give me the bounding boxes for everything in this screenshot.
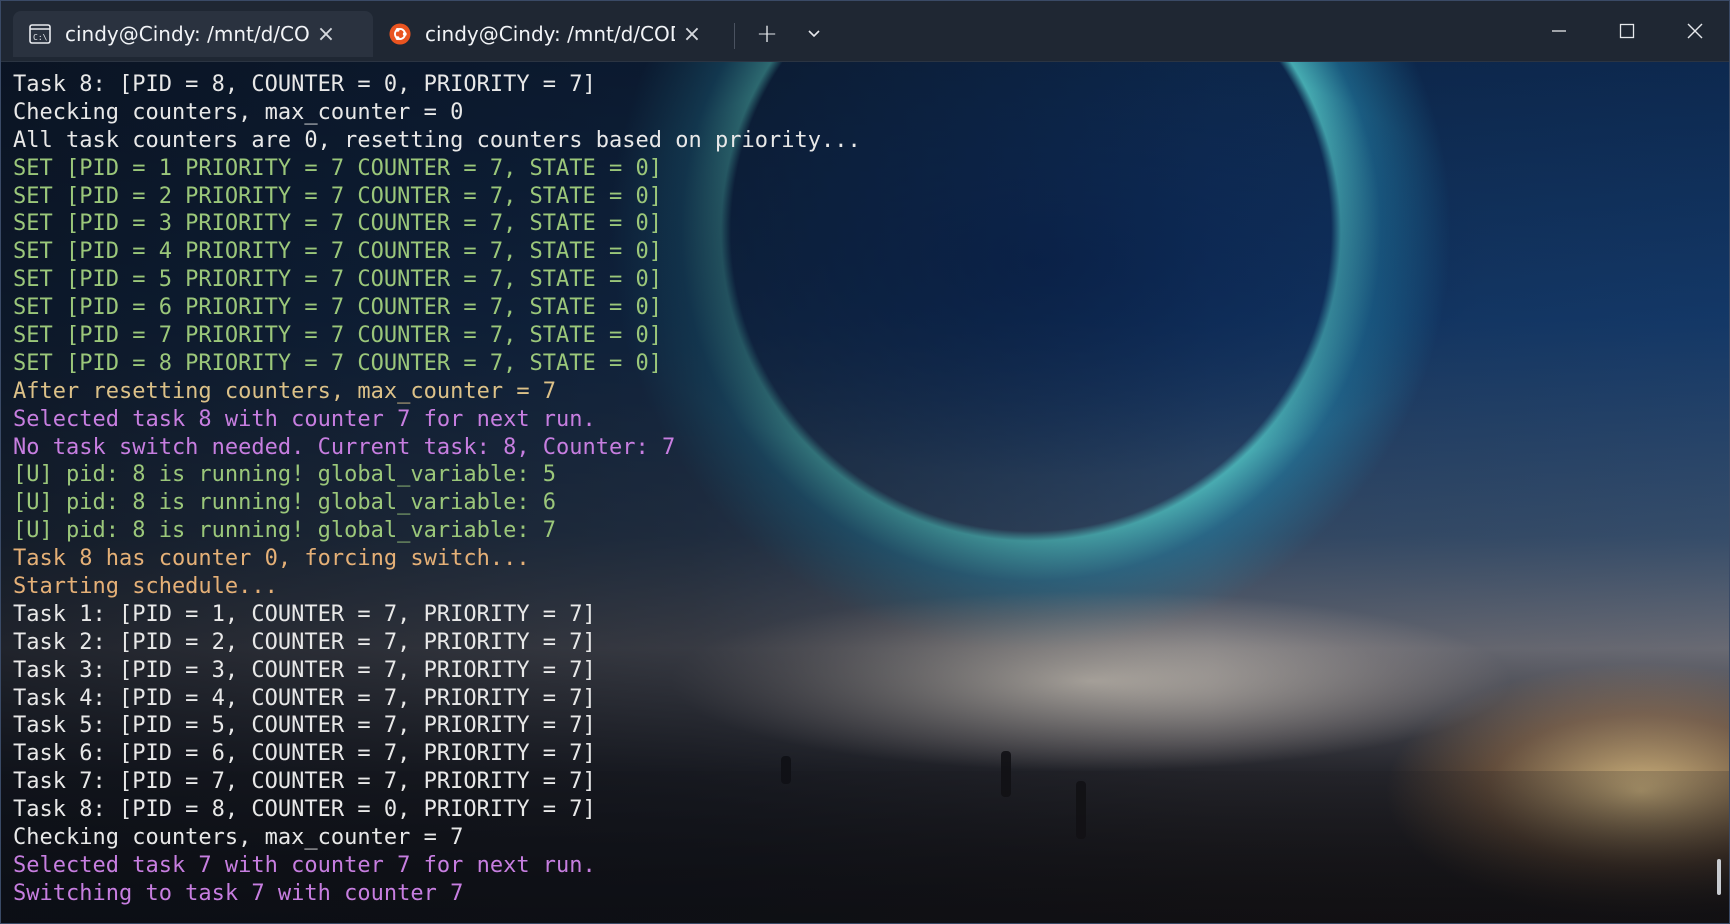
terminal-line: SET [PID = 7 PRIORITY = 7 COUNTER = 7, S… [13, 323, 663, 349]
terminal-line: SET [PID = 5 PRIORITY = 7 COUNTER = 7, S… [13, 267, 663, 293]
maximize-button[interactable] [1593, 1, 1661, 61]
tab-dropdown-button[interactable] [794, 17, 834, 51]
terminal-line: Task 1: [PID = 1, COUNTER = 7, PRIORITY … [13, 601, 596, 627]
scrollbar-thumb[interactable] [1717, 859, 1721, 895]
chevron-down-icon [808, 30, 820, 38]
toolbar-divider [734, 23, 735, 49]
terminal-line: Task 6: [PID = 6, COUNTER = 7, PRIORITY … [13, 741, 596, 767]
terminal-line: Task 7: [PID = 7, COUNTER = 7, PRIORITY … [13, 769, 596, 795]
terminal-line: [U] pid: 8 is running! global_variable: … [13, 518, 557, 544]
tab-1[interactable]: C:\ cindy@Cindy: /mnt/d/COD × [13, 11, 373, 57]
tab-close-button[interactable]: × [309, 22, 343, 47]
terminal-line: After resetting counters, max_counter = … [13, 378, 557, 404]
tab-title: cindy@Cindy: /mnt/d/COD [65, 22, 309, 46]
terminal-line: Task 5: [PID = 5, COUNTER = 7, PRIORITY … [13, 713, 596, 739]
terminal-line: Switching to task 7 with counter 7 [13, 880, 464, 906]
minimize-icon [1552, 30, 1566, 32]
terminal-line: Task 8: [PID = 8, COUNTER = 0, PRIORITY … [13, 797, 596, 823]
terminal-line: Selected task 8 with counter 7 for next … [13, 406, 596, 432]
terminal-line: Task 4: [PID = 4, COUNTER = 7, PRIORITY … [13, 685, 596, 711]
terminal-line: SET [PID = 1 PRIORITY = 7 COUNTER = 7, S… [13, 155, 663, 181]
terminal-line: No task switch needed. Current task: 8, … [13, 434, 676, 460]
terminal-line: Checking counters, max_counter = 0 [13, 99, 464, 125]
title-bar: C:\ cindy@Cindy: /mnt/d/COD × cindy@Cind… [1, 1, 1729, 62]
terminal-line: [U] pid: 8 is running! global_variable: … [13, 490, 557, 516]
terminal-output[interactable]: Task 8: [PID = 8, COUNTER = 0, PRIORITY … [13, 71, 1693, 908]
terminal-window: C:\ cindy@Cindy: /mnt/d/COD × cindy@Cind… [0, 0, 1730, 924]
tab-close-button[interactable]: × [675, 22, 709, 47]
tab-2[interactable]: cindy@Cindy: /mnt/d/COD × [373, 11, 725, 57]
tab-title: cindy@Cindy: /mnt/d/COD [425, 22, 675, 46]
terminal-line: [U] pid: 8 is running! global_variable: … [13, 462, 557, 488]
maximize-icon [1619, 23, 1635, 39]
terminal-line: Task 3: [PID = 3, COUNTER = 7, PRIORITY … [13, 657, 596, 683]
terminal-line: All task counters are 0, resetting count… [13, 127, 861, 153]
new-tab-button[interactable]: + [747, 17, 787, 51]
plus-icon: + [756, 19, 778, 49]
terminal-line: SET [PID = 8 PRIORITY = 7 COUNTER = 7, S… [13, 350, 663, 376]
terminal-line: Selected task 7 with counter 7 for next … [13, 852, 596, 878]
terminal-line: SET [PID = 3 PRIORITY = 7 COUNTER = 7, S… [13, 211, 663, 237]
terminal-line: Starting schedule... [13, 574, 278, 600]
terminal-line: Task 8 has counter 0, forcing switch... [13, 546, 530, 572]
terminal-line: SET [PID = 4 PRIORITY = 7 COUNTER = 7, S… [13, 239, 663, 265]
minimize-button[interactable] [1525, 1, 1593, 61]
terminal-line: Task 8: [PID = 8, COUNTER = 0, PRIORITY … [13, 72, 596, 97]
close-icon [1687, 23, 1703, 39]
terminal-line: Task 2: [PID = 2, COUNTER = 7, PRIORITY … [13, 629, 596, 655]
svg-text:C:\: C:\ [33, 33, 48, 42]
ubuntu-logo-icon [389, 23, 411, 45]
terminal-cmd-icon: C:\ [29, 23, 51, 45]
terminal-line: Checking counters, max_counter = 7 [13, 825, 464, 851]
terminal-line: SET [PID = 6 PRIORITY = 7 COUNTER = 7, S… [13, 295, 663, 321]
terminal-line: SET [PID = 2 PRIORITY = 7 COUNTER = 7, S… [13, 183, 663, 209]
close-window-button[interactable] [1661, 1, 1729, 61]
